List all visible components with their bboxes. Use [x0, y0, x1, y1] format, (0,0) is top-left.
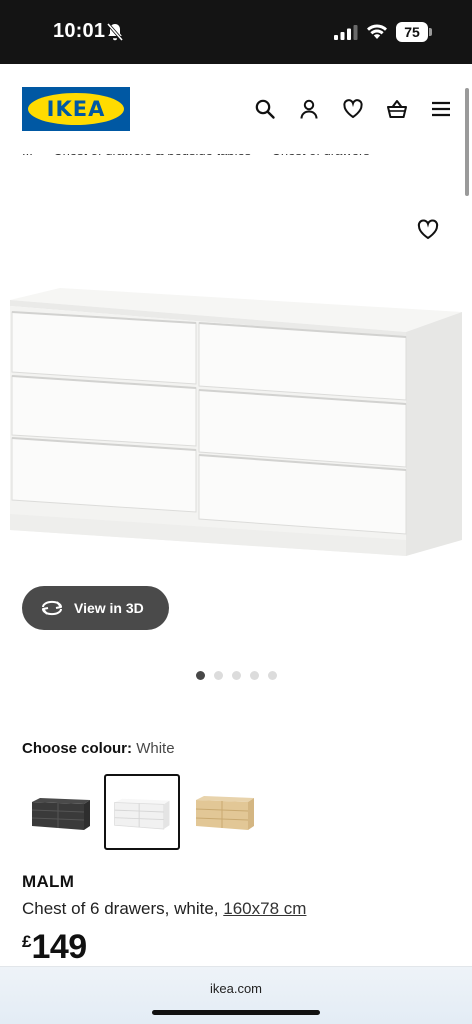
search-icon[interactable] — [254, 98, 276, 120]
add-to-favourites-icon[interactable] — [416, 218, 440, 242]
browser-address-bar[interactable]: ikea.com — [0, 966, 472, 1024]
battery-icon: 75 — [396, 22, 432, 42]
logo-text: IKEA — [46, 97, 106, 121]
menu-icon[interactable] — [430, 98, 452, 120]
status-time: 10:01 — [53, 20, 106, 42]
product-name: MALM — [22, 872, 75, 891]
choose-colour-heading: Choose colour: White — [22, 740, 175, 757]
basket-icon[interactable] — [386, 98, 408, 120]
price-amount: 149 — [31, 928, 87, 966]
heart-icon[interactable] — [342, 98, 364, 120]
rotate-3d-icon — [42, 600, 62, 616]
product-price: £149 — [22, 928, 87, 967]
choose-colour-label: Choose colour: — [22, 740, 133, 757]
carousel-dot-2[interactable] — [214, 671, 223, 680]
carousel-dot-4[interactable] — [250, 671, 259, 680]
wifi-icon — [367, 24, 387, 39]
swatch-oak-effect[interactable] — [188, 774, 264, 850]
swatch-white-image — [114, 798, 170, 830]
carousel-dot-1[interactable] — [196, 671, 205, 680]
price-currency: £ — [22, 932, 32, 951]
selected-colour: White — [136, 740, 175, 757]
colour-swatches — [22, 774, 262, 852]
scroll-indicator[interactable] — [465, 88, 469, 196]
user-icon[interactable] — [298, 98, 320, 120]
carousel-dot-3[interactable] — [232, 671, 241, 680]
home-indicator[interactable] — [152, 1010, 320, 1015]
product-image[interactable] — [0, 200, 472, 600]
view-in-3d-button[interactable]: View in 3D — [22, 586, 169, 630]
battery-level: 75 — [396, 22, 428, 42]
swatch-black-brown[interactable] — [22, 774, 98, 850]
image-carousel-dots — [196, 671, 277, 680]
status-bar: 10:01 75 — [0, 0, 472, 64]
url-label[interactable]: ikea.com — [0, 981, 472, 996]
carousel-dot-5[interactable] — [268, 671, 277, 680]
battery-cap — [429, 28, 432, 36]
header-icons — [254, 96, 452, 122]
product-description-text: Chest of 6 drawers, white, — [22, 899, 219, 918]
view-in-3d-label: View in 3D — [74, 600, 144, 616]
product-description: Chest of 6 drawers, white, 160x78 cm — [22, 899, 306, 919]
site-header: IKEA — [0, 64, 472, 154]
bell-off-icon — [106, 22, 124, 42]
signal-icon — [334, 25, 358, 40]
ikea-logo[interactable]: IKEA — [22, 87, 130, 131]
swatch-white[interactable] — [104, 774, 180, 850]
product-size-link[interactable]: 160x78 cm — [223, 899, 306, 918]
